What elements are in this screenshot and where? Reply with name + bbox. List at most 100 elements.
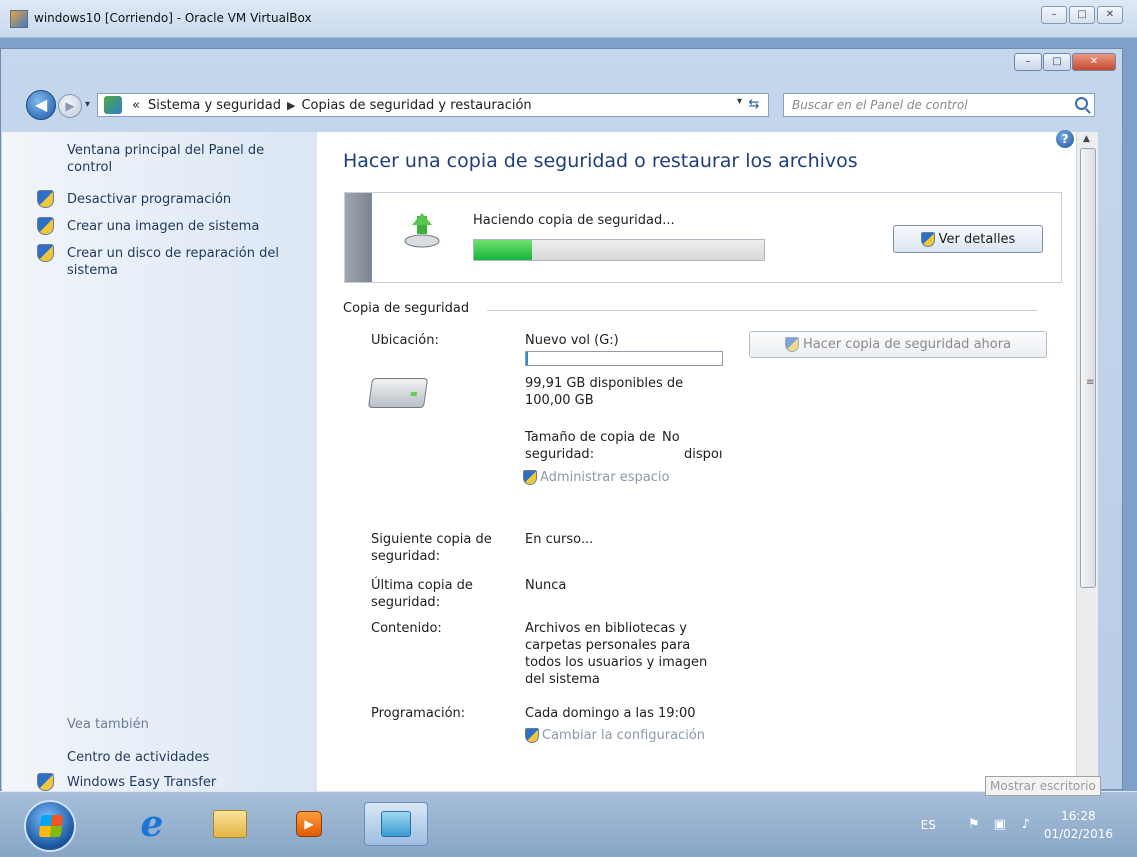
breadcrumb-overflow[interactable]: « [132, 98, 140, 113]
window-close-button[interactable]: ✕ [1072, 53, 1116, 71]
sidebar: Ventana principal del Panel de control D… [2, 132, 317, 791]
progress-label: Haciendo copia de seguridad... [473, 213, 675, 228]
uac-shield-icon [37, 190, 54, 208]
uac-shield-icon [525, 728, 539, 743]
section-label-backup: Copia de seguridad [343, 301, 476, 316]
clock-time: 16:28 [1061, 809, 1096, 823]
sidebar-item-action-center[interactable]: Centro de actividades [67, 749, 209, 766]
taskbar-file-explorer[interactable] [206, 802, 254, 846]
language-indicator[interactable]: ES [921, 818, 936, 832]
folder-icon [213, 810, 247, 838]
backup-progress-fill [474, 240, 532, 260]
refresh-icon[interactable]: ⇆ [744, 95, 764, 115]
progress-side-strip [345, 193, 372, 282]
next-backup-value: En curso... [525, 532, 594, 547]
backup-now-label: Hacer copia de seguridad ahora [802, 337, 1012, 352]
uac-shield-icon [37, 217, 54, 235]
contents-line: Archivos en bibliotecas y [525, 621, 687, 636]
schedule-value: Cada domingo a las 19:00 [525, 706, 696, 721]
forward-button[interactable]: ▶ [58, 94, 82, 118]
next-backup-label: Siguiente copia de seguridad: [371, 531, 492, 565]
change-settings-link[interactable]: Cambiar la configuración [525, 728, 705, 743]
manage-space-link[interactable]: Administrar espacio [523, 470, 669, 485]
network-icon[interactable]: ▣ [992, 817, 1008, 833]
contents-value: Archivos en bibliotecas y carpetas perso… [525, 620, 707, 688]
uac-shield-icon [920, 231, 935, 247]
taskbar-control-panel[interactable] [364, 802, 428, 846]
uac-shield-icon [37, 244, 54, 262]
control-panel-icon [104, 96, 122, 114]
volume-icon[interactable]: ♪ [1018, 817, 1034, 833]
internet-explorer-icon: e [140, 803, 164, 845]
backup-size-label-line1: Tamaño de copia de [525, 430, 656, 445]
guest-desktop: – □ ✕ ◀ ▶ ▾ « Sistema y seguridad ▶ Copi… [0, 38, 1137, 857]
action-center-flag-icon[interactable]: ⚑ [966, 817, 982, 833]
change-settings-label: Cambiar la configuración [542, 728, 706, 743]
uac-shield-icon [523, 470, 537, 485]
window-maximize-button[interactable]: □ [1043, 53, 1071, 71]
sidebar-item-repair-disc[interactable]: Crear un disco de reparación del sistema [67, 245, 297, 279]
show-desktop-tooltip: Mostrar escritorio [985, 776, 1101, 796]
scrollbar-thumb[interactable]: ≡ [1080, 148, 1096, 588]
last-backup-label-line2: seguridad: [371, 595, 441, 610]
host-close-button[interactable]: ✕ [1097, 6, 1123, 24]
backup-in-progress-icon [404, 213, 440, 248]
contents-line: todos los usuarios y imagen [525, 655, 708, 670]
taskbar-internet-explorer[interactable]: e [128, 802, 176, 846]
schedule-label: Programación: [371, 706, 466, 721]
sidebar-item-system-image[interactable]: Crear una imagen de sistema [67, 218, 259, 235]
next-backup-label-line2: seguridad: [371, 549, 441, 564]
search-icon[interactable] [1075, 97, 1088, 110]
window-minimize-button[interactable]: – [1014, 53, 1042, 71]
scroll-up-icon[interactable]: ▲ [1083, 134, 1090, 144]
vertical-scrollbar[interactable]: ▲ ≡ [1076, 132, 1098, 791]
start-button[interactable] [24, 800, 76, 852]
backup-now-button[interactable]: Hacer copia de seguridad ahora [749, 331, 1047, 358]
last-backup-label: Última copia de seguridad: [371, 577, 473, 611]
address-dropdown-icon[interactable]: ▾ [737, 96, 742, 107]
sidebar-item-disable-schedule[interactable]: Desactivar programación [67, 191, 231, 208]
main-panel: ? Hacer una copia de seguridad o restaur… [317, 130, 1098, 791]
breadcrumb-item-system-security[interactable]: Sistema y seguridad [148, 98, 281, 113]
location-label: Ubicación: [371, 333, 439, 348]
media-player-icon: ▶ [296, 811, 322, 837]
breadcrumb[interactable]: « Sistema y seguridad ▶ Copias de seguri… [97, 93, 769, 117]
search-input[interactable]: Buscar en el Panel de control [783, 93, 1095, 117]
view-details-button[interactable]: Ver detalles [893, 225, 1043, 253]
virtualbox-window-title: windows10 [Corriendo] - Oracle VM Virtua… [34, 11, 312, 25]
hard-drive-icon [367, 378, 429, 408]
contents-line: carpetas personales para [525, 638, 691, 653]
search-placeholder: Buscar en el Panel de control [792, 98, 968, 112]
last-backup-value: Nunca [525, 578, 567, 593]
backup-size-label: Tamaño de copia de seguridad: [525, 429, 655, 463]
virtualbox-app-icon [10, 10, 28, 28]
view-details-label: Ver detalles [938, 231, 1016, 247]
section-divider [487, 310, 1037, 311]
backup-size-value-line1: No [662, 430, 680, 445]
location-value: Nuevo vol (G:) [525, 333, 619, 348]
sidebar-home-link[interactable]: Ventana principal del Panel de control [67, 142, 297, 176]
taskbar-media-player[interactable]: ▶ [285, 802, 333, 846]
back-button[interactable]: ◀ [26, 90, 56, 120]
help-icon[interactable]: ? [1056, 130, 1074, 148]
sidebar-item-easy-transfer[interactable]: Windows Easy Transfer [67, 774, 216, 791]
breadcrumb-separator-icon[interactable]: ▶ [287, 99, 295, 112]
free-space-text: 99,91 GB disponibles de 100,00 GB [525, 376, 684, 408]
host-maximize-button[interactable]: □ [1069, 6, 1095, 24]
clock-date: 01/02/2016 [1043, 827, 1113, 841]
recent-pages-dropdown[interactable]: ▾ [85, 99, 90, 110]
clock[interactable]: 16:28 01/02/2016 [1044, 807, 1113, 843]
disk-usage-bar [525, 351, 723, 366]
see-also-header: Vea también [67, 717, 149, 732]
content-area: Ventana principal del Panel de control D… [2, 130, 1098, 791]
backup-progress-bar [473, 239, 765, 261]
contents-label: Contenido: [371, 621, 442, 636]
host-minimize-button[interactable]: – [1041, 6, 1067, 24]
next-backup-label-line1: Siguiente copia de [371, 532, 492, 547]
backup-size-label-line2: seguridad: [525, 447, 595, 462]
control-panel-icon [381, 811, 411, 837]
backup-progress-panel: Haciendo copia de seguridad... Ver detal… [344, 192, 1062, 283]
last-backup-label-line1: Última copia de [371, 578, 473, 593]
breadcrumb-item-backup-restore[interactable]: Copias de seguridad y restauración [301, 98, 531, 113]
backup-size-value: No dispoı [662, 429, 722, 463]
